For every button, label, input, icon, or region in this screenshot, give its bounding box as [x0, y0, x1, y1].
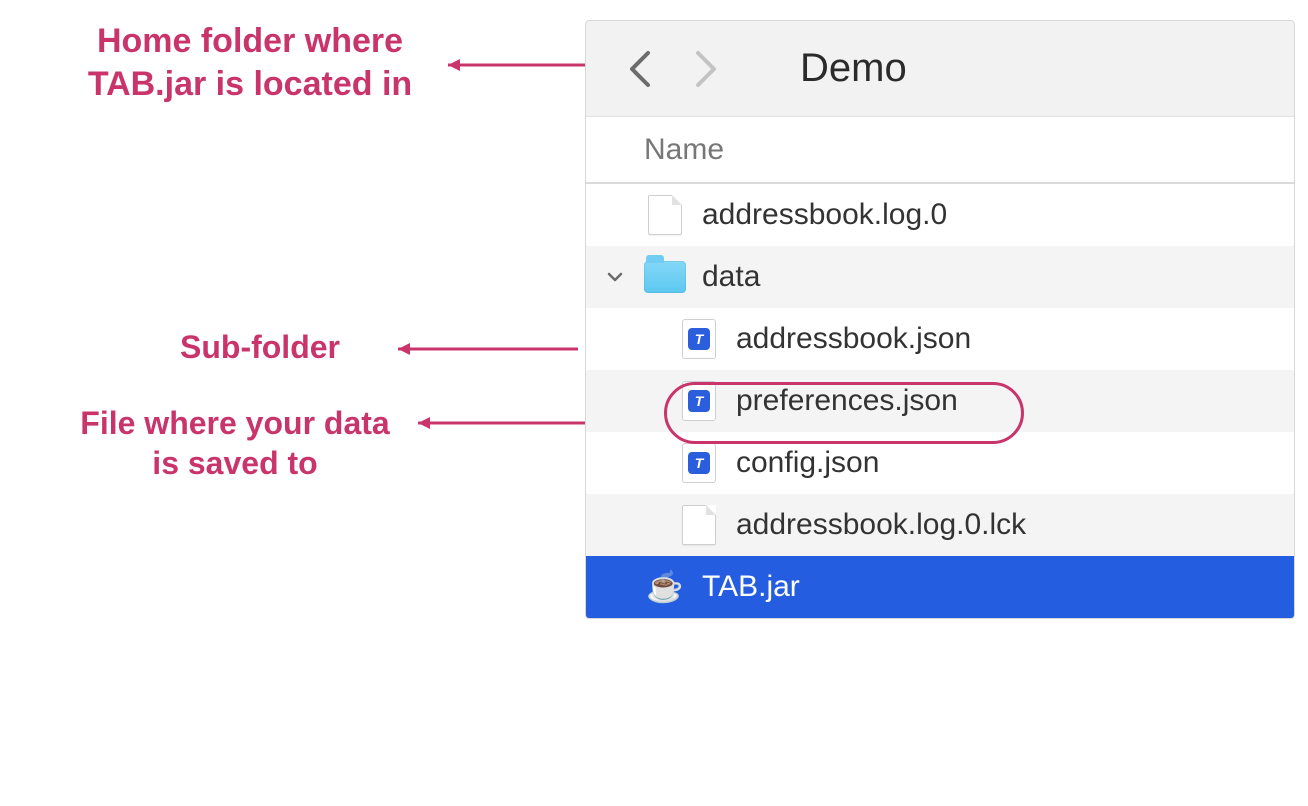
file-row[interactable]: addressbook.log.0.lck [586, 494, 1294, 556]
file-row-tab-jar[interactable]: ☕ TAB.jar [586, 556, 1294, 618]
disclosure-triangle[interactable] [594, 268, 636, 286]
forward-button[interactable] [682, 39, 730, 99]
json-file-icon: T [676, 316, 722, 362]
finder-toolbar: Demo [586, 21, 1294, 116]
back-button[interactable] [616, 39, 664, 99]
file-icon [642, 192, 688, 238]
file-name-label: addressbook.json [736, 322, 971, 356]
file-name-label: addressbook.log.0.lck [736, 508, 1026, 542]
chevron-down-icon [606, 268, 624, 286]
file-icon [676, 502, 722, 548]
arrow-sub-to-folder [380, 334, 580, 364]
file-name-label: preferences.json [736, 384, 958, 418]
file-name-label: config.json [736, 446, 879, 480]
json-file-icon: T [676, 378, 722, 424]
folder-icon [642, 254, 688, 300]
annotation-sub-folder: Sub-folder [140, 327, 380, 367]
file-name-label: TAB.jar [702, 570, 800, 604]
chevron-left-icon [628, 49, 652, 89]
file-row[interactable]: T config.json [586, 432, 1294, 494]
file-row-addressbook-json[interactable]: T addressbook.json [586, 308, 1294, 370]
chevron-right-icon [694, 49, 718, 89]
folder-row-data[interactable]: data [586, 246, 1294, 308]
annotation-data-file: File where your data is saved to [70, 403, 400, 483]
file-row[interactable]: T preferences.json [586, 370, 1294, 432]
json-file-icon: T [676, 440, 722, 486]
finder-window: Demo Name addressbook.log.0 data T addre… [585, 20, 1295, 619]
file-row[interactable]: addressbook.log.0 [586, 184, 1294, 246]
nav-arrows [616, 39, 730, 99]
folder-name-label: data [702, 260, 760, 294]
column-header-name[interactable]: Name [586, 116, 1294, 184]
folder-title: Demo [800, 46, 907, 91]
java-jar-icon: ☕ [642, 564, 688, 610]
annotation-home-folder: Home folder where TAB.jar is located in [70, 20, 430, 105]
file-name-label: addressbook.log.0 [702, 198, 947, 232]
